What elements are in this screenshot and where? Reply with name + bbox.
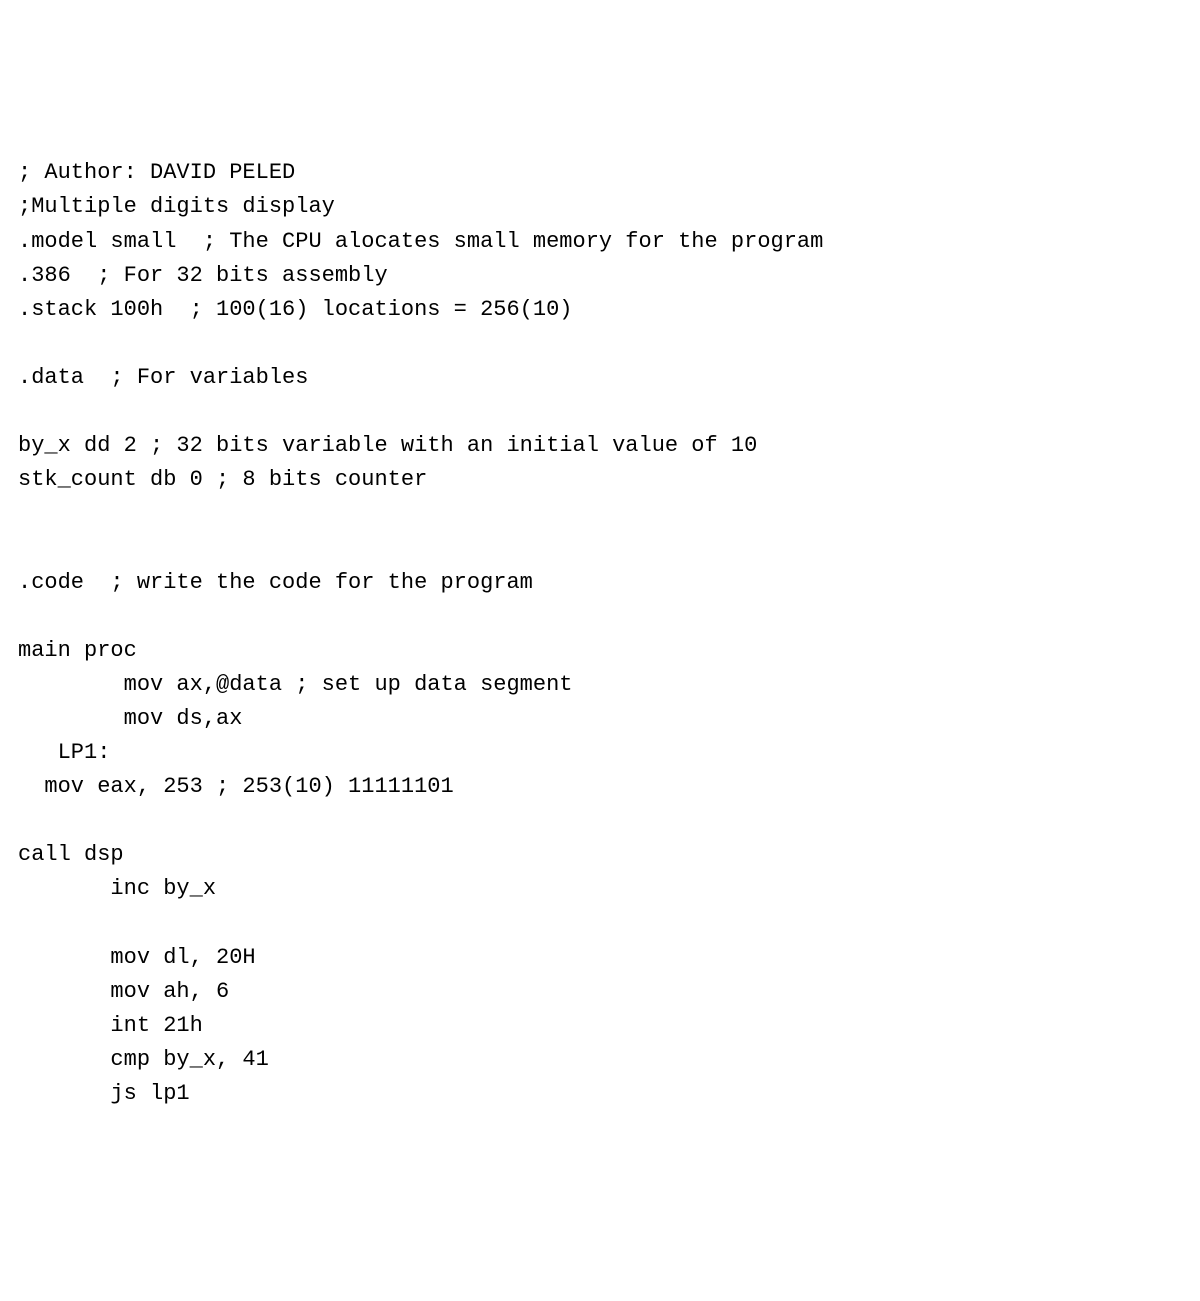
- code-line: mov ax,@data ; set up data segment: [18, 672, 573, 697]
- code-line: stk_count db 0 ; 8 bits counter: [18, 467, 427, 492]
- code-line: mov ds,ax: [18, 706, 242, 731]
- code-line: .stack 100h ; 100(16) locations = 256(10…: [18, 297, 573, 322]
- code-line: cmp by_x, 41: [18, 1047, 269, 1072]
- code-line: .data ; For variables: [18, 365, 308, 390]
- code-line: inc by_x: [18, 876, 216, 901]
- code-line: LP1:: [18, 740, 110, 765]
- code-line: by_x dd 2 ; 32 bits variable with an ini…: [18, 433, 757, 458]
- code-line: .code ; write the code for the program: [18, 570, 533, 595]
- code-line: mov dl, 20H: [18, 945, 256, 970]
- assembly-code-block: ; Author: DAVID PELED ;Multiple digits d…: [18, 156, 1182, 1111]
- code-line: main proc: [18, 638, 137, 663]
- code-line: js lp1: [18, 1081, 190, 1106]
- code-line: .386 ; For 32 bits assembly: [18, 263, 388, 288]
- code-line: ; Author: DAVID PELED: [18, 160, 295, 185]
- code-line: .model small ; The CPU alocates small me…: [18, 229, 823, 254]
- code-line: ;Multiple digits display: [18, 194, 335, 219]
- code-line: mov ah, 6: [18, 979, 229, 1004]
- code-line: int 21h: [18, 1013, 203, 1038]
- code-line: call dsp: [18, 842, 124, 867]
- code-line: mov eax, 253 ; 253(10) 11111101: [18, 774, 454, 799]
